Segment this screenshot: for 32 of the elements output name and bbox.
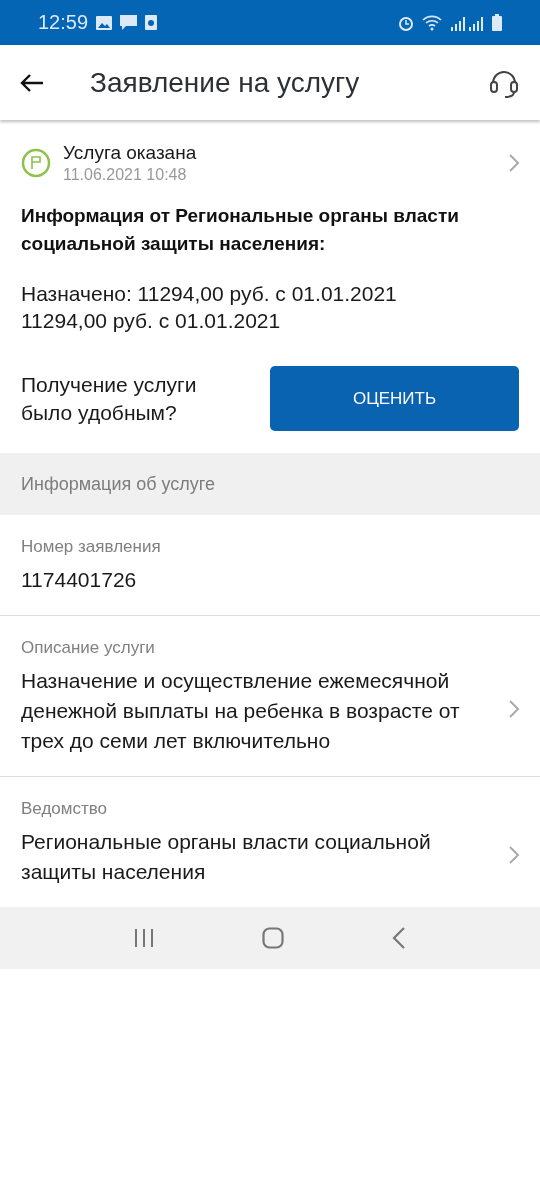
chevron-right-icon	[508, 699, 520, 719]
info-title: Информация от Региональные органы власти социальной защиты населения:	[21, 204, 460, 256]
field-label: Ведомство	[21, 799, 109, 819]
status-label: Услуга оказана	[63, 142, 198, 164]
screen-title: Заявление на услугу	[90, 66, 361, 99]
status-date: 11.06.2021 10:48	[63, 166, 188, 184]
chevron-right-icon	[508, 845, 520, 865]
field-row[interactable]: Ведомство Региональные органы власти социальной защиты населения	[0, 777, 540, 907]
alarm-icon	[398, 14, 414, 31]
field-value: 1174401726	[21, 567, 138, 593]
app-icon	[145, 15, 158, 30]
chevron-right-icon	[508, 153, 520, 173]
recent-apps-icon[interactable]	[134, 928, 154, 948]
rating-question: Получение услуги было удобным?	[21, 371, 198, 426]
signal-icon	[450, 14, 484, 31]
field-label: Описание услуги	[21, 638, 156, 658]
back-arrow-icon[interactable]	[20, 72, 44, 93]
status-row[interactable]: Услуга оказана 11.06.2021 10:48	[0, 120, 540, 184]
info-text: Назначено: 11294,00 руб. с 01.01.2021 11294,00 руб. с 01.01.2021	[21, 281, 398, 334]
clock: 12:59	[38, 11, 89, 34]
home-icon[interactable]	[262, 927, 284, 949]
wifi-icon	[422, 14, 442, 31]
field-value: Региональные органы власти социальной защиты населения	[21, 829, 432, 885]
field-value: Назначение и осуществление ежемесячной денежной выплаты на ребенка в возрасте от трех до семи лет включительно	[21, 668, 461, 754]
image-icon	[96, 15, 113, 30]
field-label: Номер заявления	[21, 537, 162, 557]
field-row[interactable]: Описание услуги Назначение и осуществление ежемесячной денежной выплаты на ребенка в возрасте от трех до семи лет включительно	[0, 616, 540, 777]
message-icon	[120, 14, 138, 31]
back-icon[interactable]	[392, 927, 406, 949]
battery-icon	[492, 14, 502, 31]
section-title: Информация об услуге	[21, 473, 215, 495]
rate-button[interactable]: ОЦЕНИТЬ	[270, 366, 519, 431]
